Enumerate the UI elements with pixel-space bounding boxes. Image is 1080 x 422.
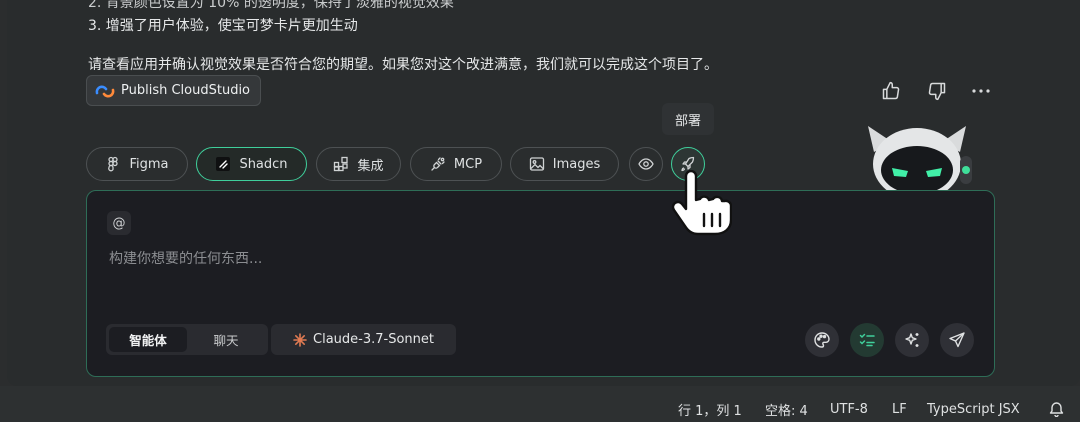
- checklist-button[interactable]: [850, 323, 884, 357]
- mode-chat-option[interactable]: 聊天: [187, 327, 265, 352]
- status-cursor-position[interactable]: 行 1，列 1: [678, 399, 742, 419]
- deploy-tooltip: 部署: [662, 103, 714, 135]
- chip-figma[interactable]: Figma: [86, 147, 188, 181]
- status-encoding-text: UTF-8: [830, 401, 868, 417]
- blocks-icon: [334, 156, 349, 172]
- chip-mcp[interactable]: MCP: [410, 147, 502, 181]
- status-language[interactable]: TypeScript JSX: [927, 399, 1020, 419]
- chip-label: MCP: [453, 156, 483, 172]
- figma-icon: [108, 156, 119, 172]
- status-bar-background: [0, 386, 1080, 422]
- chip-label: Images: [552, 156, 601, 172]
- chip-shadcn[interactable]: Shadcn: [196, 147, 307, 181]
- checklist-icon: [859, 333, 875, 347]
- message-line: 3. 增强了用户体验，使宝可梦卡片更加生动: [88, 18, 358, 34]
- chip-preview[interactable]: [629, 147, 663, 181]
- bell-icon[interactable]: [1049, 399, 1064, 419]
- hand-cursor-icon: [671, 170, 732, 236]
- message-line: 2. 背景颜色设置为 10% 的透明度，保持了淡雅的视觉效果: [88, 0, 454, 11]
- status-encoding[interactable]: UTF-8: [830, 399, 868, 419]
- message-paragraph: 请查看应用并确认视觉效果是否符合您的期望。如果您对这个改进满意，我们就可以完成这…: [88, 57, 718, 73]
- palette-icon: [814, 332, 830, 348]
- plug-icon: [431, 157, 445, 171]
- status-language-text: TypeScript JSX: [927, 401, 1020, 417]
- cloudstudio-logo-icon: [95, 85, 115, 97]
- mention-button[interactable]: @: [107, 211, 131, 235]
- more-icon[interactable]: [969, 80, 993, 102]
- chip-label: Shadcn: [239, 156, 288, 172]
- publish-cloudstudio-button[interactable]: Publish CloudStudio: [86, 75, 262, 106]
- mode-agent-option[interactable]: 智能体: [109, 327, 187, 352]
- shadcn-icon: [216, 157, 231, 171]
- status-indent[interactable]: 空格: 4: [765, 399, 808, 419]
- publish-cloudstudio-label: Publish CloudStudio: [121, 83, 251, 98]
- thumbs-down-icon[interactable]: [925, 80, 949, 102]
- enhance-prompt-button[interactable]: [895, 323, 929, 357]
- send-button[interactable]: [940, 323, 974, 357]
- status-position-text: 行 1，列 1: [678, 403, 742, 419]
- palette-button[interactable]: [805, 323, 839, 357]
- chip-label: 集成: [357, 158, 384, 174]
- prompt-input-box[interactable]: @ 构建你想要的任何东西... 智能体 聊天 Claude-3.7-Sonnet: [86, 190, 995, 377]
- mode-toggle[interactable]: 智能体 聊天: [106, 324, 268, 355]
- status-indent-text: 空格: 4: [765, 403, 808, 419]
- thumbs-up-icon[interactable]: [879, 80, 903, 102]
- claude-spark-icon: [293, 332, 307, 347]
- chip-label: Figma: [129, 156, 169, 172]
- chip-integrations[interactable]: 集成: [316, 147, 401, 181]
- robot-mascot-icon: [868, 126, 972, 200]
- prompt-placeholder[interactable]: 构建你想要的任何东西...: [109, 248, 262, 268]
- status-eol-text: LF: [892, 401, 907, 417]
- model-selector[interactable]: Claude-3.7-Sonnet: [271, 324, 456, 355]
- eye-icon: [638, 158, 654, 170]
- status-eol[interactable]: LF: [892, 399, 907, 419]
- image-icon: [529, 157, 544, 171]
- model-name: Claude-3.7-Sonnet: [313, 332, 434, 347]
- sparkles-icon: [905, 333, 919, 347]
- chip-images[interactable]: Images: [510, 147, 619, 181]
- send-icon: [949, 332, 965, 348]
